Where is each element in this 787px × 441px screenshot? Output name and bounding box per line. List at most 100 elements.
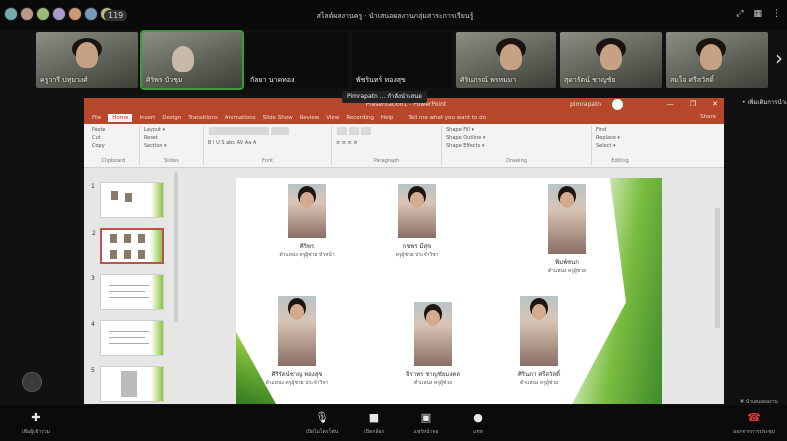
person-photo — [548, 184, 586, 254]
layout-button[interactable]: Layout ▾ — [144, 126, 199, 134]
user-avatar[interactable] — [612, 99, 623, 110]
share-screen-icon: ▣ — [420, 411, 432, 424]
tab-recording[interactable]: Recording — [346, 115, 374, 121]
numbering-button[interactable] — [349, 127, 359, 135]
select-button[interactable]: Select ▾ — [596, 142, 644, 150]
meeting-window: 119 สไลด์ผลงานครู · นำเสนอผลงานกลุ่มสาระ… — [0, 0, 787, 441]
leave-call-button[interactable]: ☎ ออกจากการประชุม — [726, 411, 782, 436]
restore-icon[interactable]: ❐ — [690, 100, 696, 108]
leave-call-icon: ☎ — [747, 411, 761, 424]
align-buttons[interactable]: ≡ ≡ ≡ ≡ — [336, 139, 437, 147]
microphone-button[interactable]: 🎙 เปิดไมโครโฟน — [294, 411, 350, 436]
group-label: Paragraph — [373, 158, 400, 164]
find-button[interactable]: Find — [596, 126, 644, 134]
avatar — [20, 7, 34, 21]
shape-effects-button[interactable]: Shape Effects ▾ — [446, 142, 587, 150]
close-icon[interactable]: ✕ — [712, 100, 718, 108]
thumbnail-scrollbar[interactable] — [174, 172, 178, 322]
cut-button[interactable]: Cut — [92, 134, 135, 142]
tab-review[interactable]: Review — [300, 115, 320, 121]
tab-file[interactable]: File — [92, 115, 101, 121]
group-label: Editing — [611, 158, 629, 164]
person-name: ศิรินภา ศรีสวัสดิ์ — [518, 371, 560, 378]
slide-thumbnail[interactable]: 1 — [91, 182, 164, 218]
person-name: จิราพร ชาญชัยมงคล — [406, 371, 460, 378]
ribbon-tabs: File Home Insert Design Transitions Anim… — [84, 112, 724, 124]
more-icon[interactable]: ⋮ — [772, 9, 781, 19]
add-person-icon: ✚ — [31, 411, 41, 424]
meeting-controls: ✚ เพิ่มผู้เข้าร่วม 🎙 เปิดไมโครโฟน ■ เปิด… — [0, 405, 787, 441]
tab-transitions[interactable]: Transitions — [188, 115, 217, 121]
tell-me-search[interactable]: Tell me what you want to do — [408, 115, 486, 121]
participant-avatars[interactable] — [4, 7, 114, 21]
person-name: ศิริรัตน์ชาญ ทองสุข — [271, 371, 323, 378]
copy-button[interactable]: Copy — [92, 142, 135, 150]
expand-icon[interactable]: ⤢ — [736, 9, 743, 19]
font-size-select[interactable] — [271, 127, 289, 135]
tab-design[interactable]: Design — [162, 115, 181, 121]
current-slide[interactable]: ศิริพร ตำแหน่ง ครูผู้ช่วย หัวหน้า กชพร ม… — [236, 178, 662, 404]
tab-help[interactable]: Help — [381, 115, 394, 121]
group-label: Drawing — [506, 158, 527, 164]
person-photo — [278, 296, 316, 366]
chevron-right-icon[interactable]: › — [775, 46, 783, 70]
group-label: Slides — [164, 158, 179, 164]
tab-animations[interactable]: Animations — [225, 115, 256, 121]
slide-thumbnail-selected[interactable]: 2 — [92, 228, 164, 264]
participant-count-badge[interactable]: 119 — [104, 10, 128, 21]
minimize-icon[interactable]: — — [667, 100, 674, 108]
tab-insert[interactable]: Insert — [139, 115, 155, 121]
bullets-button[interactable] — [337, 127, 347, 135]
shared-screen-powerpoint: Presentation1 - PowerPoint pimrapatn — ❐… — [84, 98, 724, 404]
avatar — [52, 7, 66, 21]
reset-button[interactable]: Reset — [144, 134, 199, 142]
side-panel-label[interactable]: • เพิ่มเติมการนำเสนอ — [742, 97, 787, 107]
presenting-notice: Pimrapatn ... กำลังนำเสนอ — [342, 91, 427, 103]
add-participant-button[interactable]: ✚ เพิ่มผู้เข้าร่วม — [8, 411, 64, 436]
section-button[interactable]: Section ▾ — [144, 142, 199, 150]
replace-button[interactable]: Replace ▾ — [596, 134, 644, 142]
self-view-avatar[interactable] — [22, 372, 42, 392]
participant-tile[interactable]: สุดารัตน์ ชาญชัย — [560, 32, 662, 88]
microphone-icon: 🎙 — [315, 411, 329, 424]
participant-tile[interactable]: กัลยา นาคทอง — [246, 32, 348, 88]
participant-tile[interactable]: สมใจ ศรีสวัสดิ์ — [666, 32, 768, 88]
participant-tile[interactable]: ครูวารี ปทุมวงศ์ — [36, 32, 138, 88]
ribbon: Paste Cut Copy Clipboard Layout ▾ Reset … — [84, 124, 724, 168]
indent-button[interactable] — [361, 127, 371, 135]
participant-tile-active[interactable]: ศิริพร บัวชุม — [140, 30, 244, 90]
camera-button[interactable]: ■ เปิดกล้อง — [346, 411, 402, 436]
person-role: ตำแหน่ง ครูผู้ช่วย — [547, 268, 587, 274]
slide-thumbnail[interactable]: 3 — [91, 274, 164, 310]
avatar — [84, 7, 98, 21]
group-label: Clipboard — [101, 158, 126, 164]
slide-person-card: ศิรินภา ศรีสวัสดิ์ ตำแหน่ง ครูผู้ช่วย — [484, 296, 594, 387]
ribbon-group-clipboard: Paste Cut Copy Clipboard — [88, 126, 140, 165]
chat-button[interactable]: ● แชท — [450, 411, 506, 436]
person-role: ตำแหน่ง ครูผู้ช่วย — [413, 380, 453, 386]
share-button[interactable]: Share — [700, 114, 716, 120]
font-name-select[interactable] — [209, 127, 269, 135]
tab-slide-show[interactable]: Slide Show — [263, 115, 293, 121]
share-screen-button[interactable]: ▣ แชร์หน้าจอ — [398, 411, 454, 436]
slide-person-card: ศิริพร ตำแหน่ง ครูผู้ช่วย หัวหน้า — [252, 184, 362, 259]
tab-view[interactable]: View — [326, 115, 339, 121]
slide-thumbnail[interactable]: 5 — [91, 366, 164, 402]
chat-icon: ● — [473, 411, 483, 424]
ribbon-group-paragraph: ≡ ≡ ≡ ≡ Paragraph — [332, 126, 442, 165]
participant-name: สุดารัตน์ ชาญชัย — [564, 76, 616, 84]
meeting-title: สไลด์ผลงานครู · นำเสนอผลงานกลุ่มสาระการเ… — [316, 12, 474, 20]
shape-fill-button[interactable]: Shape Fill ▾ — [446, 126, 587, 134]
editor-scrollbar[interactable] — [715, 208, 720, 328]
paste-button[interactable]: Paste — [92, 126, 135, 134]
camera-icon: ■ — [368, 411, 380, 424]
slide-thumbnail[interactable]: 4 — [91, 320, 164, 356]
tab-home[interactable]: Home — [108, 114, 133, 122]
font-format-buttons[interactable]: B I U S abc AV Aa A — [208, 139, 327, 147]
participant-name: ศิรินภรณ์ พรหมมา — [460, 76, 517, 84]
participant-tile[interactable]: พัชรินทร์ ทองสุข — [352, 32, 452, 88]
grid-icon[interactable]: ▦ — [753, 9, 762, 19]
user-name[interactable]: pimrapatn — [570, 101, 601, 108]
shape-outline-button[interactable]: Shape Outline ▾ — [446, 134, 587, 142]
participant-tile[interactable]: ศิรินภรณ์ พรหมมา — [456, 32, 556, 88]
